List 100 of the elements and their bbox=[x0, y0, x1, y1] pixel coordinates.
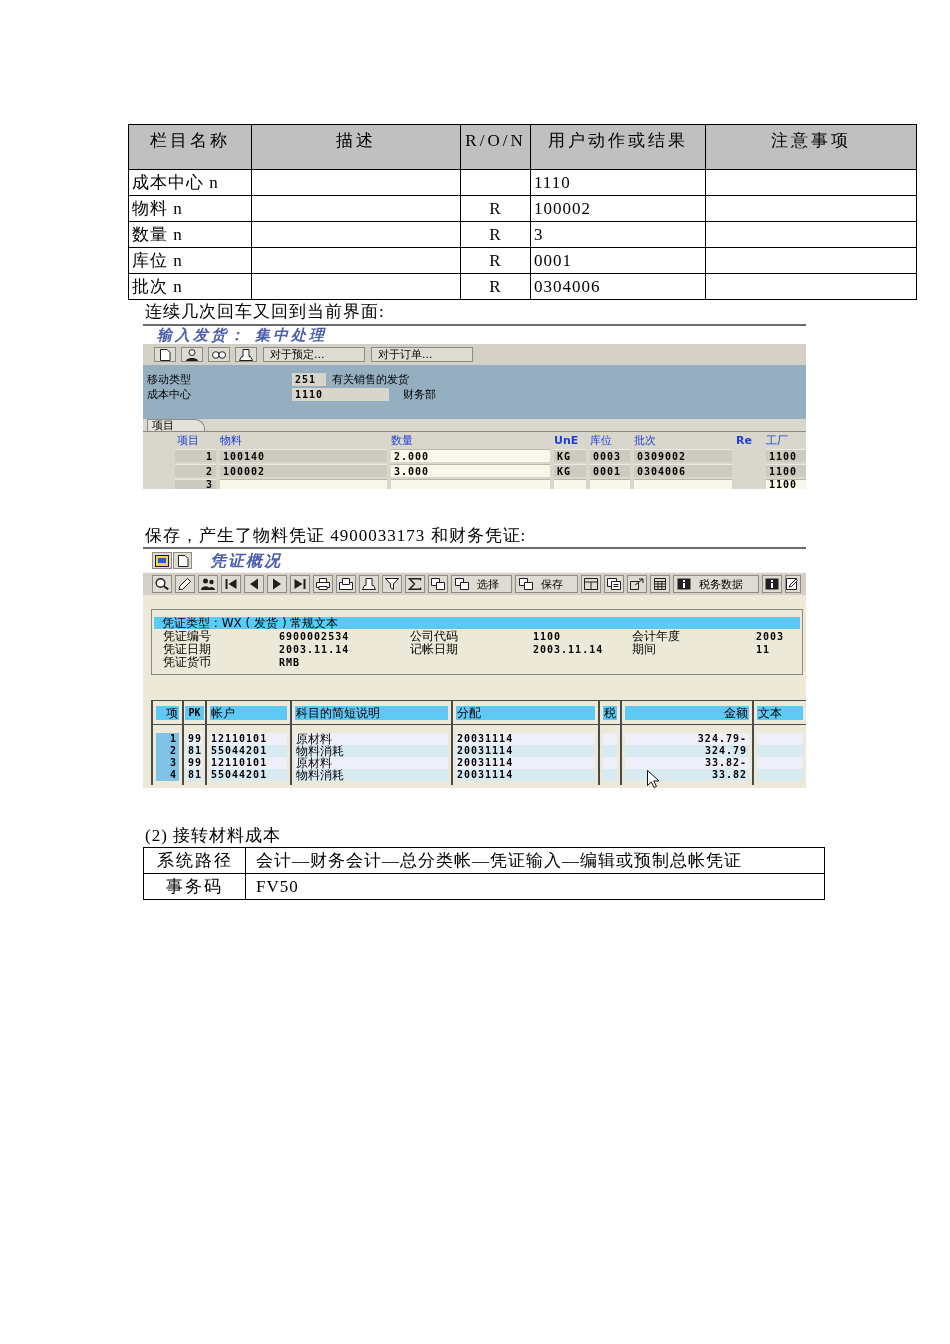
first-page-icon bbox=[224, 578, 238, 590]
column-header: 帐户 bbox=[210, 705, 287, 720]
table-cell: 原材料 bbox=[295, 757, 448, 769]
table-cell: R bbox=[460, 195, 531, 222]
table-cell bbox=[603, 733, 617, 745]
column-header: 库位 bbox=[590, 435, 612, 447]
toolbar-button[interactable] bbox=[267, 575, 287, 593]
tray-icon bbox=[339, 578, 353, 590]
input-field[interactable] bbox=[590, 479, 630, 489]
input-field[interactable]: 1100 bbox=[766, 479, 806, 489]
table-cell: 81 bbox=[187, 745, 202, 757]
table-cell: KG bbox=[554, 449, 586, 462]
toolbar-button[interactable]: 保存 bbox=[515, 575, 578, 593]
toolbar-button[interactable] bbox=[785, 575, 801, 593]
toolbar-button[interactable] bbox=[154, 347, 176, 362]
tab[interactable]: 项目 bbox=[147, 419, 205, 431]
table-cell: 20031114 bbox=[456, 733, 595, 745]
toolbar-button[interactable] bbox=[235, 347, 257, 362]
toolbar-button[interactable] bbox=[313, 575, 333, 593]
toolbar-button[interactable]: 选择 bbox=[451, 575, 512, 593]
table-cell bbox=[757, 745, 803, 757]
column-header: 描述 bbox=[251, 124, 461, 170]
toolbar-button[interactable] bbox=[627, 575, 647, 593]
table-cell bbox=[757, 769, 803, 781]
toolbar-button[interactable] bbox=[581, 575, 601, 593]
hat-icon bbox=[362, 578, 376, 590]
field-value: 2003 bbox=[756, 630, 785, 643]
table-cell: KG bbox=[554, 464, 586, 477]
toolbar-button[interactable] bbox=[290, 575, 310, 593]
table-cell: 会计—财务会计—总分类帐—凭证输入—编辑或预制总帐凭证 bbox=[245, 847, 825, 874]
field-value: RMB bbox=[279, 656, 301, 669]
column-header: 数量 bbox=[391, 435, 413, 447]
toolbar-button[interactable] bbox=[208, 347, 230, 362]
toolbar-button[interactable] bbox=[221, 575, 241, 593]
table-cell: 12110101 bbox=[210, 757, 287, 769]
table-cell bbox=[603, 745, 617, 757]
printer-icon bbox=[316, 578, 330, 590]
column-header: 项 bbox=[156, 705, 179, 720]
field-value: 1100 bbox=[533, 630, 562, 643]
table-cell: 物料消耗 bbox=[295, 745, 448, 757]
column-header: R/O/N bbox=[460, 124, 531, 170]
input-field[interactable] bbox=[220, 479, 387, 489]
table-cell: 55044201 bbox=[210, 745, 287, 757]
glasses-icon bbox=[212, 348, 226, 361]
toolbar-button[interactable] bbox=[428, 575, 448, 593]
toolbar-button[interactable] bbox=[181, 347, 203, 362]
document-icon bbox=[175, 554, 190, 567]
table-cell: 2 bbox=[175, 464, 216, 477]
table-cell: 1100 bbox=[766, 449, 806, 462]
input-field[interactable] bbox=[554, 479, 586, 489]
toolbar-button[interactable] bbox=[198, 575, 218, 593]
field-label: 凭证日期 bbox=[163, 643, 211, 656]
screen-title: 凭证概况 bbox=[210, 550, 282, 571]
toolbar-button[interactable] bbox=[382, 575, 402, 593]
toolbar-button[interactable] bbox=[405, 575, 425, 593]
field-description: 有关销售的发货 bbox=[332, 373, 409, 386]
toolbar-button[interactable] bbox=[175, 575, 195, 593]
toolbar-button[interactable]: 税务数据 bbox=[673, 575, 759, 593]
table-cell: 1 bbox=[175, 449, 216, 462]
person-icon bbox=[185, 348, 199, 361]
table-cell: 324.79- bbox=[625, 733, 749, 745]
field-label: 凭证编号 bbox=[163, 630, 211, 643]
display-icon bbox=[155, 554, 169, 567]
toolbar-button[interactable]: 对于预定... bbox=[263, 347, 365, 362]
toolbar-button[interactable] bbox=[762, 575, 782, 593]
toolbar-button[interactable] bbox=[152, 552, 172, 569]
sigma-icon bbox=[408, 578, 422, 590]
input-field[interactable] bbox=[634, 479, 732, 489]
toolbar-button[interactable] bbox=[336, 575, 356, 593]
input-field[interactable]: 2.000 bbox=[391, 449, 550, 462]
input-field[interactable]: 3.000 bbox=[391, 464, 550, 477]
table-cell: 20031114 bbox=[456, 745, 595, 757]
mouse-pointer-icon bbox=[647, 770, 659, 788]
table-cell: 100002 bbox=[530, 195, 706, 222]
table-cell bbox=[460, 169, 531, 196]
row-header: 事务码 bbox=[143, 873, 246, 900]
toolbar-button[interactable] bbox=[173, 552, 192, 569]
field-value: 2003.11.14 bbox=[533, 643, 604, 656]
toolbar-button[interactable] bbox=[359, 575, 379, 593]
input-field[interactable] bbox=[391, 479, 550, 489]
table-cell bbox=[757, 757, 803, 769]
field-label: 成本中心 bbox=[147, 388, 191, 401]
field-value: 6900002534 bbox=[279, 630, 350, 643]
table-cell: 4 bbox=[156, 769, 179, 781]
table-cell: R bbox=[460, 273, 531, 300]
toolbar-button[interactable] bbox=[152, 575, 172, 593]
table-cell: 1 bbox=[156, 733, 179, 745]
toolbar-button[interactable]: 对于订单... bbox=[371, 347, 473, 362]
document-type-bar: 凭证类型 : WX ( 发货 ) 常规文本 bbox=[154, 617, 800, 629]
table-cell: FV50 bbox=[245, 873, 825, 900]
toolbar-button[interactable] bbox=[604, 575, 624, 593]
people-icon bbox=[201, 578, 215, 590]
field-label: 移动类型 bbox=[147, 373, 191, 386]
table-cell: 物料消耗 bbox=[295, 769, 448, 781]
table-cell: 324.79 bbox=[625, 745, 749, 757]
toolbar-button[interactable] bbox=[244, 575, 264, 593]
table-cell: 100140 bbox=[220, 449, 387, 462]
column-header: Re bbox=[736, 435, 752, 447]
value-field: 1110 bbox=[292, 388, 389, 401]
toolbar-button[interactable] bbox=[650, 575, 670, 593]
